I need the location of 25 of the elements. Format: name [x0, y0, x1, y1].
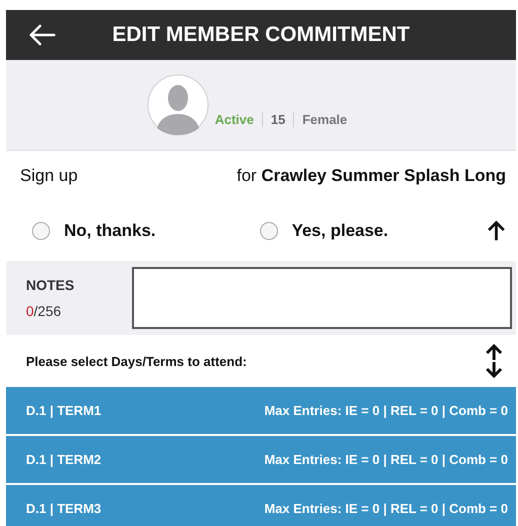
- term-row[interactable]: D.1 | TERM2 Max Entries: IE = 0 | REL = 0 | Comb = 0: [6, 436, 516, 483]
- notes-label: NOTES: [26, 277, 76, 293]
- terms-prompt: Please select Days/Terms to attend:: [26, 354, 247, 368]
- term-row[interactable]: D.1 | TERM3 Max Entries: IE = 0 | REL = 0 | Comb = 0: [6, 485, 516, 526]
- member-detail: Female: [293, 112, 356, 126]
- up-down-arrows-icon[interactable]: [484, 344, 504, 378]
- character-counter: 0/256: [26, 303, 62, 319]
- member-detail: Active: [214, 112, 255, 126]
- signup-label: Sign up: [20, 166, 78, 186]
- member-detail: 15: [262, 112, 294, 126]
- radio-option[interactable]: Yes, please.: [260, 221, 488, 241]
- event-name: for Crawley Summer Splash Long: [236, 166, 506, 186]
- term-limits: Max Entries: IE = 0 | REL = 0 | Comb = 0: [264, 403, 508, 418]
- arrow-up-icon[interactable]: [487, 220, 506, 242]
- screen-title: EDIT MEMBER COMMITMENT: [111, 23, 411, 47]
- term-limits: Max Entries: IE = 0 | REL = 0 | Comb = 0: [264, 452, 508, 467]
- term-row[interactable]: D.1 | TERM1 Max Entries: IE = 0 | REL = 0 | Comb = 0: [6, 387, 516, 434]
- radio-option[interactable]: No, thanks.: [32, 221, 260, 241]
- avatar-icon: [146, 74, 209, 136]
- term-name: D.1 | TERM1: [26, 403, 102, 418]
- term-limits: Max Entries: IE = 0 | REL = 0 | Comb = 0: [264, 501, 508, 516]
- term-name: D.1 | TERM3: [26, 501, 102, 516]
- notes-field[interactable]: [132, 267, 512, 329]
- back-icon[interactable]: [28, 23, 56, 47]
- term-name: D.1 | TERM2: [26, 452, 102, 467]
